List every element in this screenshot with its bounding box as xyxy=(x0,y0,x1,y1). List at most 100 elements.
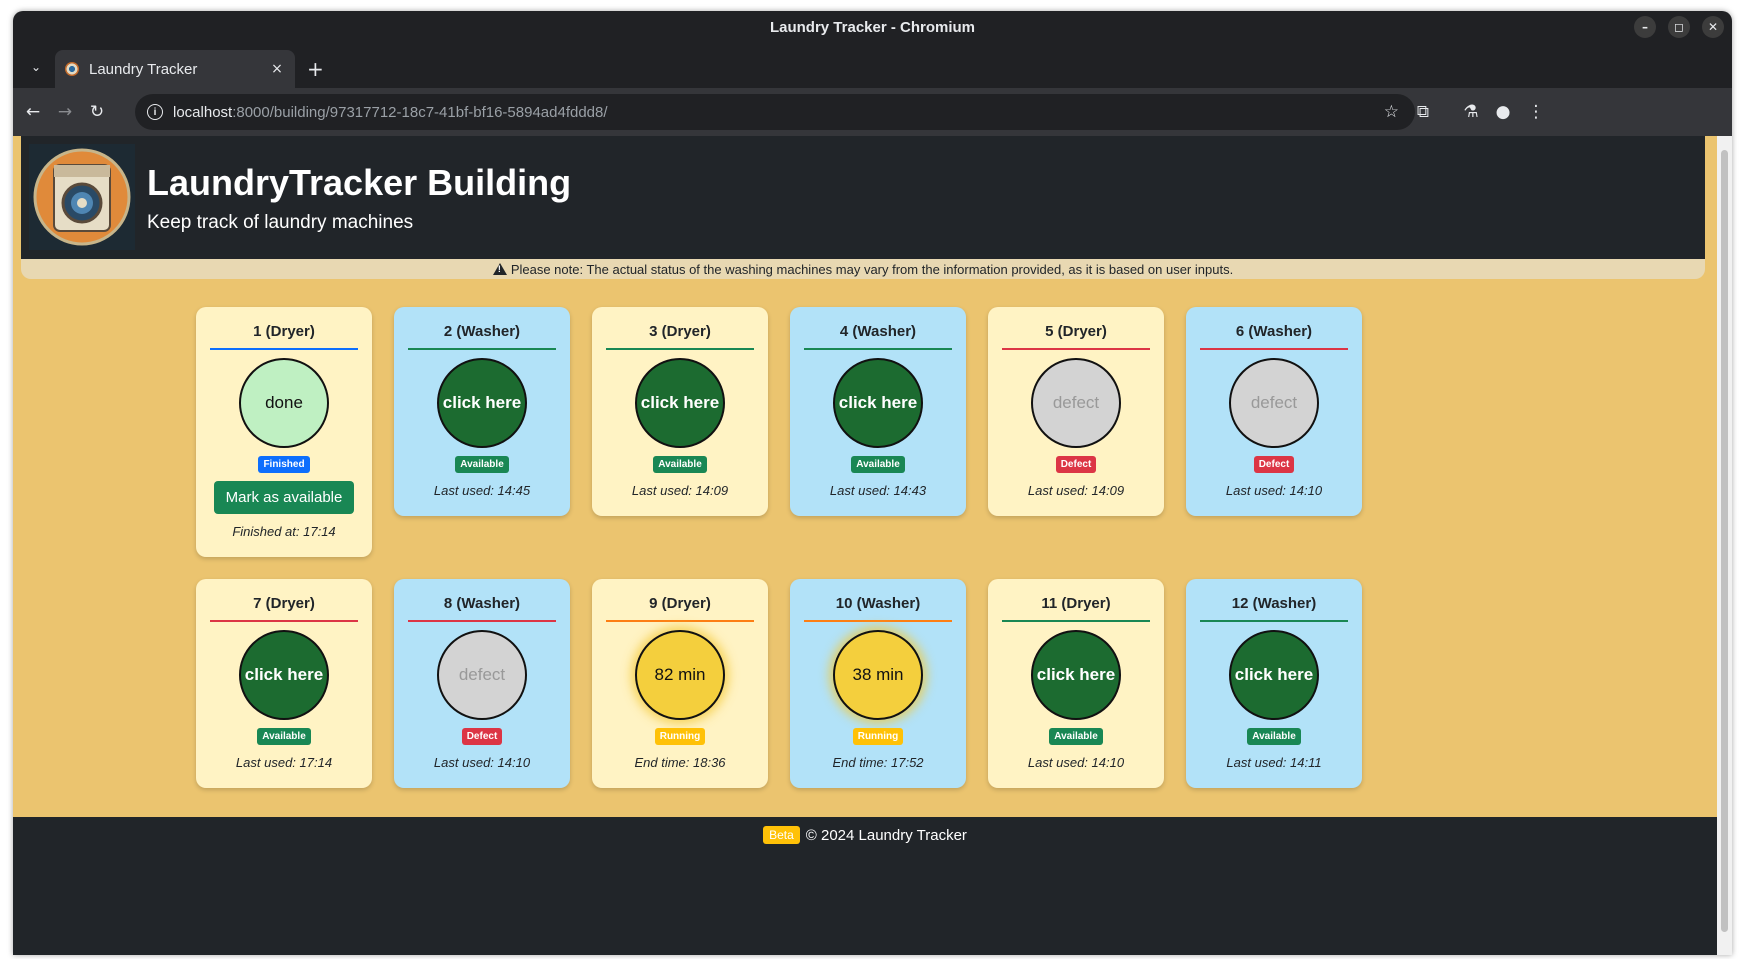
machine-title: 9 (Dryer) xyxy=(606,595,754,622)
machine-status-circle[interactable]: click here xyxy=(833,358,923,448)
machine-card: 7 (Dryer) click here Available Last used: 1… xyxy=(196,579,372,788)
machine-card: 11 (Dryer) click here Available Last used: … xyxy=(988,579,1164,788)
bookmark-star-icon[interactable]: ☆ xyxy=(1384,102,1399,122)
site-header: LaundryTracker Building Keep track of la… xyxy=(21,136,1705,259)
machine-status-circle[interactable]: 82 min xyxy=(635,630,725,720)
minimize-button[interactable]: – xyxy=(1634,16,1656,38)
mark-as-available-button[interactable]: Mark as available xyxy=(213,481,355,514)
machine-time-info: Last used: 14:11 xyxy=(1226,755,1322,770)
status-badge: Defect xyxy=(1253,456,1295,473)
machine-status-circle: defect xyxy=(1031,358,1121,448)
machine-card: 3 (Dryer) click here Available Last used: 1… xyxy=(592,307,768,516)
window-controls: – ◻ ✕ xyxy=(1634,16,1724,38)
machine-time-info: Last used: 14:45 xyxy=(433,483,531,498)
status-badge: Available xyxy=(257,728,311,745)
beta-badge: Beta xyxy=(763,826,800,844)
machine-title: 1 (Dryer) xyxy=(210,323,358,350)
url-text[interactable]: localhost:8000/building/97317712-18c7-41… xyxy=(173,104,608,121)
page-viewport: LaundryTracker Building Keep track of la… xyxy=(13,136,1732,955)
machine-title: 4 (Washer) xyxy=(804,323,952,350)
site-info-icon[interactable]: i xyxy=(147,104,163,120)
url-host: localhost xyxy=(173,103,233,121)
site-footer: Beta © 2024 Laundry Tracker xyxy=(13,817,1717,955)
menu-kebab-icon[interactable]: ⋮ xyxy=(1522,98,1550,126)
scrollbar-thumb[interactable] xyxy=(1721,150,1728,932)
machine-title: 8 (Washer) xyxy=(408,595,556,622)
machine-title: 2 (Washer) xyxy=(408,323,556,350)
machine-title: 7 (Dryer) xyxy=(210,595,358,622)
status-badge: Defect xyxy=(461,728,503,745)
machine-card: 2 (Washer) click here Available Last used: … xyxy=(394,307,570,516)
status-badge: Defect xyxy=(1055,456,1097,473)
machine-status-circle[interactable]: click here xyxy=(1229,630,1319,720)
new-tab-button[interactable]: + xyxy=(307,57,324,81)
tab-search-icon[interactable]: ⌄ xyxy=(25,56,47,78)
status-badge: Available xyxy=(851,456,905,473)
machine-time-info: End time: 17:52 xyxy=(832,755,924,770)
browser-toolbar: ← → ↻ i localhost:8000/building/97317712… xyxy=(13,88,1732,136)
machine-status-circle[interactable]: click here xyxy=(1031,630,1121,720)
footer-content: Beta © 2024 Laundry Tracker xyxy=(13,826,1717,844)
machine-time-info: Finished at: 17:14 xyxy=(232,524,336,539)
machine-status-circle[interactable]: click here xyxy=(635,358,725,448)
machine-card: 5 (Dryer) defect Defect Last used: 14:09 xyxy=(988,307,1164,516)
copyright-text: © 2024 Laundry Tracker xyxy=(805,826,967,844)
machine-status-circle[interactable]: click here xyxy=(437,358,527,448)
machine-title: 12 (Washer) xyxy=(1200,595,1348,622)
status-badge: Finished xyxy=(258,456,310,473)
tab-strip: ⌄ Laundry Tracker × + xyxy=(13,50,1732,88)
machine-time-info: Last used: 14:09 xyxy=(631,483,729,498)
warning-icon xyxy=(492,263,507,275)
page-title: LaundryTracker Building xyxy=(147,162,572,203)
machine-time-info: Last used: 14:10 xyxy=(433,755,531,770)
tab-close-icon[interactable]: × xyxy=(267,61,287,77)
window-title: Laundry Tracker - Chromium xyxy=(769,18,976,36)
window-titlebar: Laundry Tracker - Chromium – ◻ ✕ xyxy=(13,11,1732,43)
tab-laundry-tracker[interactable]: Laundry Tracker × xyxy=(55,50,295,88)
page-subtitle: Keep track of laundry machines xyxy=(147,212,414,233)
machine-status-circle: defect xyxy=(437,630,527,720)
labs-flask-icon[interactable]: ⚗ xyxy=(1457,98,1485,126)
address-bar[interactable]: i localhost:8000/building/97317712-18c7-… xyxy=(135,94,1415,130)
disclaimer-text: Please note: The actual status of the wa… xyxy=(510,261,1234,277)
browser-window: Laundry Tracker - Chromium – ◻ ✕ ⌄ Laund… xyxy=(13,11,1732,955)
machine-status-circle[interactable]: done xyxy=(239,358,329,448)
machine-card: 6 (Washer) defect Defect Last used: 14:10 xyxy=(1186,307,1362,516)
page-scrollbar[interactable] xyxy=(1717,136,1732,955)
favicon-icon xyxy=(65,62,79,76)
close-window-button[interactable]: ✕ xyxy=(1702,16,1724,38)
url-path: :8000/building/97317712-18c7-41bf-bf16-5… xyxy=(232,103,608,121)
machine-card: 9 (Dryer) 82 min Running End time: 18:36 xyxy=(592,579,768,788)
machine-card: 4 (Washer) click here Available Last used: … xyxy=(790,307,966,516)
reload-icon[interactable]: ↻ xyxy=(83,98,111,126)
machine-title: 6 (Washer) xyxy=(1200,323,1348,350)
status-badge: Available xyxy=(1247,728,1301,745)
machine-title: 11 (Dryer) xyxy=(1002,595,1150,622)
back-icon[interactable]: ← xyxy=(19,98,47,126)
status-badge: Available xyxy=(1049,728,1103,745)
status-badge: Running xyxy=(852,728,904,745)
machine-card: 8 (Washer) defect Defect Last used: 14:10 xyxy=(394,579,570,788)
machine-time-info: Last used: 14:10 xyxy=(1027,755,1125,770)
status-badge: Running xyxy=(654,728,706,745)
machine-card: 12 (Washer) click here Available Last used:… xyxy=(1186,579,1362,788)
extensions-icon[interactable]: ⧉ xyxy=(1409,98,1437,126)
machine-status-circle[interactable]: 38 min xyxy=(833,630,923,720)
status-badge: Available xyxy=(455,456,509,473)
machine-card: 1 (Dryer) done Finished Mark as available Fi… xyxy=(196,307,372,557)
machine-status-circle: defect xyxy=(1229,358,1319,448)
machine-grid: 1 (Dryer) done Finished Mark as available Fi… xyxy=(196,307,1382,788)
machine-time-info: Last used: 14:09 xyxy=(1027,483,1125,498)
machine-title: 5 (Dryer) xyxy=(1002,323,1150,350)
tab-title: Laundry Tracker xyxy=(89,60,198,78)
status-disclaimer: Please note: The actual status of the wa… xyxy=(21,259,1705,279)
machine-card: 10 (Washer) 38 min Running End time: 17:52 xyxy=(790,579,966,788)
machine-title: 3 (Dryer) xyxy=(606,323,754,350)
profile-icon[interactable]: ● xyxy=(1489,98,1517,126)
status-badge: Available xyxy=(653,456,707,473)
maximize-button[interactable]: ◻ xyxy=(1668,16,1690,38)
forward-icon[interactable]: → xyxy=(51,98,79,126)
machine-title: 10 (Washer) xyxy=(804,595,952,622)
machine-status-circle[interactable]: click here xyxy=(239,630,329,720)
machine-time-info: Last used: 17:14 xyxy=(235,755,333,770)
